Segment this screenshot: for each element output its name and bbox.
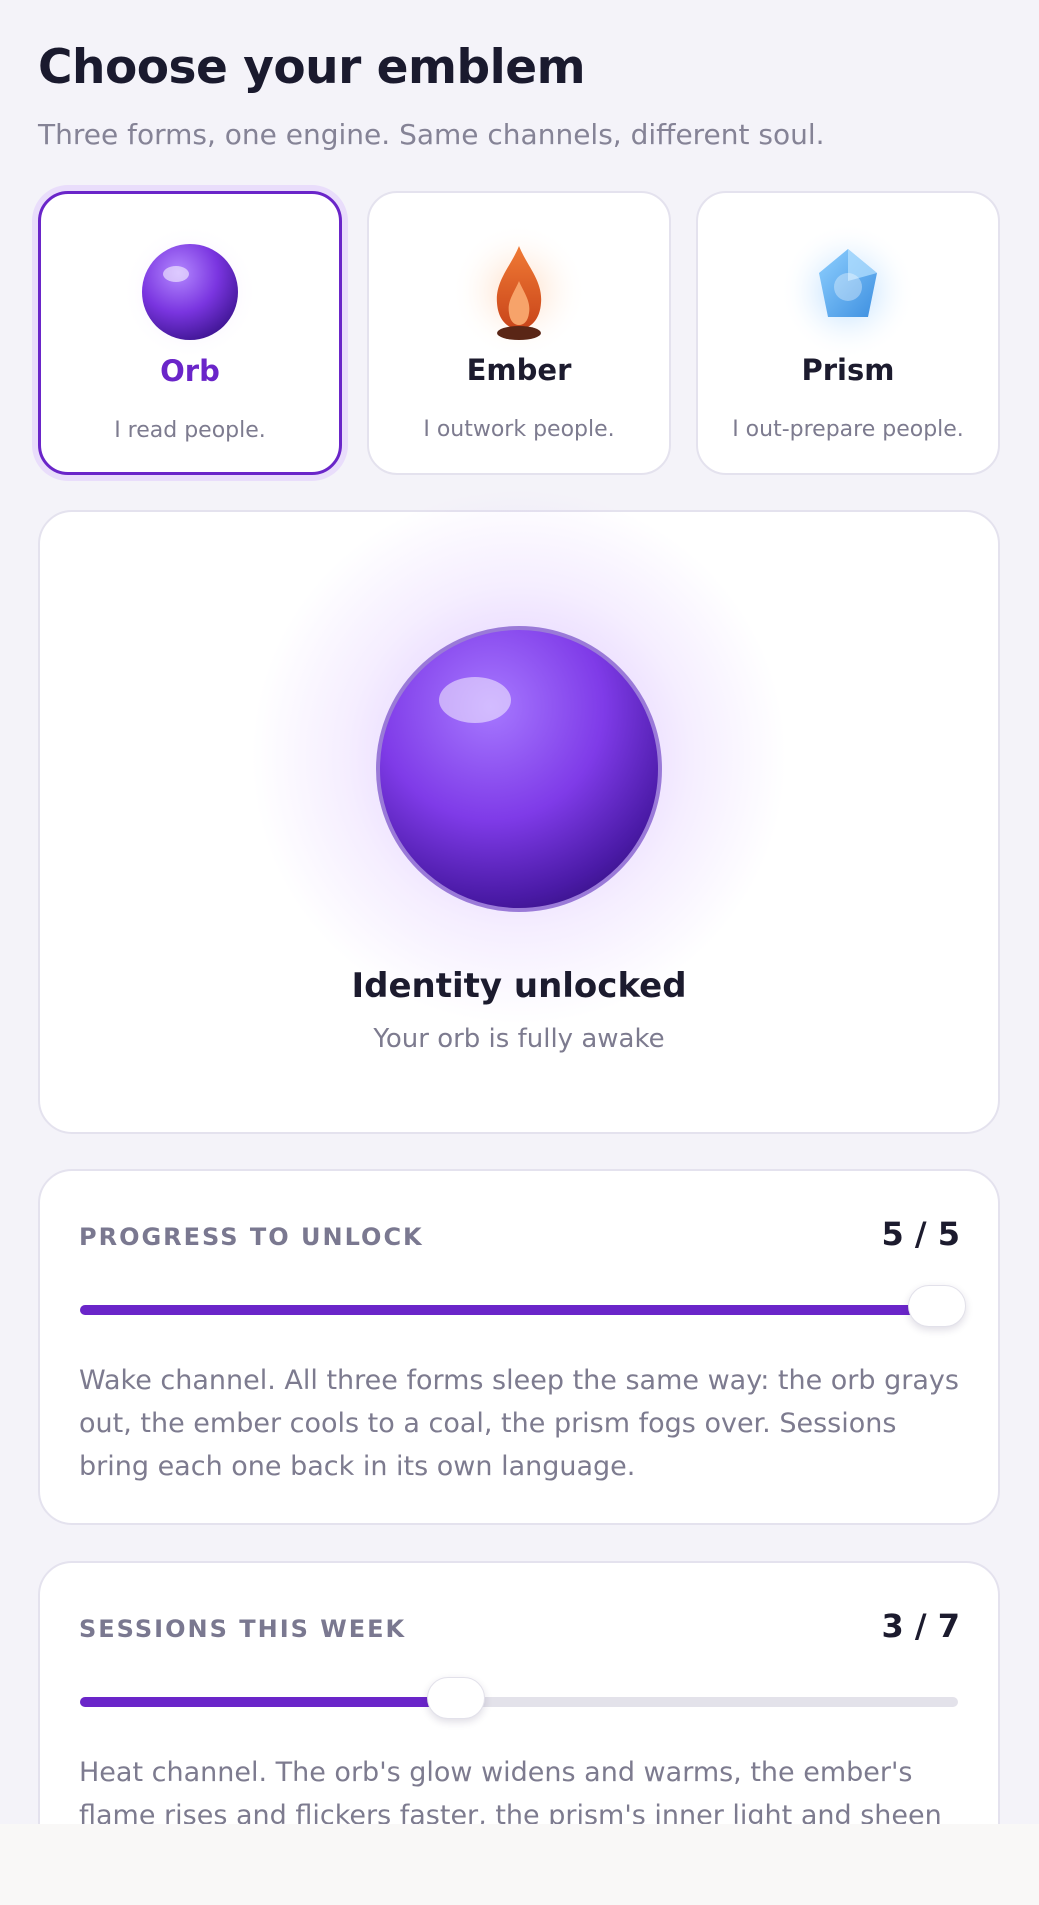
emblem-options: Orb I read people. Ember I outwork peopl… bbox=[38, 191, 1000, 475]
emblem-screen: Choose your emblem Three forms, one engi… bbox=[0, 0, 1039, 1905]
progress-count: 5 / 5 bbox=[881, 1215, 961, 1253]
crystal-icon bbox=[778, 221, 918, 361]
sessions-slider[interactable] bbox=[80, 1677, 958, 1719]
sessions-label: SESSIONS THIS WEEK bbox=[79, 1615, 407, 1643]
sessions-slider-thumb[interactable] bbox=[427, 1677, 486, 1719]
emblem-card-prism[interactable]: Prism I out-prepare people. bbox=[696, 191, 1000, 475]
page-subtitle: Three forms, one engine. Same channels, … bbox=[38, 118, 825, 151]
progress-fill bbox=[80, 1305, 937, 1315]
hero-subtitle: Your orb is fully awake bbox=[373, 1024, 665, 1054]
orb-icon bbox=[374, 624, 664, 914]
progress-slider-thumb[interactable] bbox=[908, 1285, 966, 1327]
emblem-card-orb[interactable]: Orb I read people. bbox=[38, 191, 342, 475]
emblem-tagline: I read people. bbox=[114, 418, 266, 443]
page-title: Choose your emblem bbox=[38, 40, 586, 95]
orb-icon bbox=[120, 222, 260, 362]
hero-title: Identity unlocked bbox=[351, 966, 687, 1006]
emblem-card-ember[interactable]: Ember I outwork people. bbox=[367, 191, 671, 475]
bottom-bar bbox=[0, 1824, 1039, 1905]
progress-label: PROGRESS TO UNLOCK bbox=[79, 1223, 424, 1251]
progress-description: Wake channel. All three forms sleep the … bbox=[79, 1365, 959, 1482]
emblem-name: Prism bbox=[801, 353, 895, 387]
flame-icon bbox=[449, 221, 589, 361]
emblem-tagline: I outwork people. bbox=[423, 417, 615, 442]
emblem-preview-panel: Identity unlocked Your orb is fully awak… bbox=[38, 487, 1000, 1134]
emblem-name: Ember bbox=[466, 353, 572, 387]
sessions-fill bbox=[80, 1697, 457, 1707]
emblem-name: Orb bbox=[160, 354, 220, 388]
progress-slider[interactable] bbox=[80, 1285, 966, 1327]
emblem-tagline: I out-prepare people. bbox=[732, 417, 964, 442]
progress-panel: PROGRESS TO UNLOCK 5 / 5 Wake channel. A… bbox=[38, 1169, 1000, 1525]
sessions-count: 3 / 7 bbox=[881, 1607, 961, 1645]
